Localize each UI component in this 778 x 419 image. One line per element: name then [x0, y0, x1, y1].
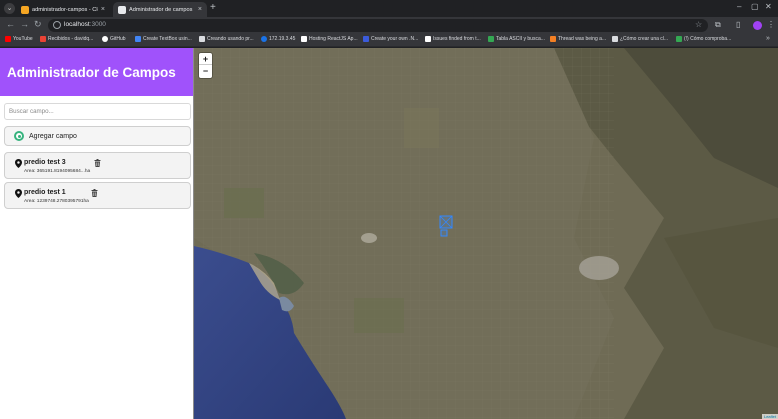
side-panel-icon[interactable]: ▯ [736, 20, 740, 29]
add-circle-icon [14, 131, 24, 141]
bookmark-star-icon[interactable]: ☆ [695, 20, 702, 29]
add-field-label: Agregar campo [29, 132, 77, 140]
page-icon [135, 36, 141, 42]
close-window-icon[interactable]: ✕ [765, 2, 772, 11]
browser-toolbar: ← → ↻ localhost:3000 ☆ ⧉ ▯ ⋮ [0, 17, 778, 34]
youtube-icon [5, 36, 11, 42]
bookmark-label: Create TextBox usin... [143, 36, 192, 42]
zoom-out-button[interactable]: − [199, 65, 212, 77]
bookmark-label: GitHub [110, 36, 126, 42]
zoom-in-button[interactable]: + [199, 53, 212, 65]
bookmark-label: YouTube [13, 36, 33, 42]
page-favicon-icon [118, 5, 126, 14]
zoom-control: + − [199, 53, 212, 78]
profile-avatar[interactable] [753, 21, 762, 30]
bookmark-github[interactable]: GitHub [102, 36, 126, 42]
sidebar-header: Administrador de Campos [0, 48, 193, 96]
page-icon [363, 36, 369, 42]
extensions-icon[interactable]: ⧉ [715, 20, 721, 30]
browser-tabstrip: ⌄ administrador-campos - Cloud × Adminis… [0, 0, 778, 17]
address-bar[interactable]: localhost:3000 [48, 19, 708, 32]
page-icon [301, 36, 307, 42]
field-name: predio test 1 [24, 189, 66, 196]
site-info-icon[interactable] [53, 21, 61, 29]
field-card[interactable]: predio test 3 Area: 365191.8194095684...… [4, 152, 191, 179]
minimize-icon[interactable]: – [737, 2, 741, 11]
bookmark-ascii[interactable]: Tabla ASCII y busca... [488, 36, 545, 42]
satellite-map[interactable]: + − Leaflet [194, 48, 778, 419]
cloud-favicon-icon [21, 5, 29, 14]
bookmark-label: Tabla ASCII y busca... [496, 36, 545, 42]
menu-icon[interactable]: ⋮ [767, 20, 775, 29]
bookmark-youtube[interactable]: YouTube [5, 36, 33, 42]
bookmark-label: Thread was being a... [558, 36, 607, 42]
satellite-imagery [194, 48, 778, 419]
back-icon[interactable]: ← [6, 19, 15, 29]
bookmark-textbox[interactable]: Create TextBox usin... [135, 36, 192, 42]
tab-title: administrador-campos - Cloud [32, 6, 98, 13]
sidebar: Administrador de Campos Agregar campo pr… [0, 48, 194, 419]
tab-search-icon[interactable]: ⌄ [4, 3, 15, 14]
trash-icon[interactable] [91, 189, 98, 197]
page-icon [676, 36, 682, 42]
bookmark-create-net[interactable]: Create your own .N... [363, 36, 418, 42]
app-root: Administrador de Campos Agregar campo pr… [0, 48, 778, 419]
github-icon [102, 36, 108, 42]
bookmark-ip[interactable]: 172.19.3.45 [261, 36, 295, 42]
address-host: localhost [64, 21, 90, 28]
close-tab-icon[interactable]: × [198, 6, 202, 13]
bookmark-thread[interactable]: Thread was being a... [550, 36, 606, 42]
bookmark-label: 172.19.3.45 [269, 36, 296, 42]
bookmarks-bar: YouTube Recibidos - davidq... GitHub Cre… [0, 34, 778, 47]
add-field-button[interactable]: Agregar campo [4, 126, 191, 146]
location-pin-icon [15, 159, 22, 168]
location-pin-icon [15, 189, 22, 198]
globe-icon [261, 36, 267, 42]
more-bookmarks-icon[interactable]: » [766, 35, 770, 42]
field-area: Area: 1239748.2780395791ha [24, 199, 89, 204]
bookmark-label: Create your own .N... [371, 36, 419, 42]
bookmark-label: Creando usando pr... [207, 36, 254, 42]
map-attribution[interactable]: Leaflet [761, 414, 778, 419]
field-card[interactable]: predio test 1 Area: 1239748.2780395791ha [4, 182, 191, 209]
page-icon [488, 36, 494, 42]
bookmark-gmail[interactable]: Recibidos - davidq... [40, 36, 93, 42]
trash-icon[interactable] [94, 159, 101, 167]
browser-tab-active[interactable]: Administrador de campos × [113, 2, 207, 17]
address-port: :3000 [89, 21, 106, 28]
search-input[interactable] [4, 103, 191, 120]
close-tab-icon[interactable]: × [101, 6, 105, 13]
gmail-icon [40, 36, 46, 42]
field-area: Area: 365191.8194095684...ha [24, 169, 91, 174]
bookmark-como-crear[interactable]: ¿Cómo crear una cl... [612, 36, 668, 42]
bookmark-issues[interactable]: Issues finded from t... [425, 36, 481, 42]
new-tab-icon[interactable]: + [210, 2, 216, 13]
address-url: localhost:3000 [64, 21, 106, 28]
tab-title: Administrador de campos [129, 6, 193, 13]
bookmark-label: Issues finded from t... [433, 36, 481, 42]
maximize-icon[interactable]: ▢ [751, 2, 759, 11]
bookmark-hosting[interactable]: Hosting ReactJS Ap... [301, 36, 358, 42]
bookmark-como-comprobar[interactable]: (!) Cómo comproba... [676, 36, 731, 42]
field-name: predio test 3 [24, 159, 66, 166]
bookmark-label: (!) Cómo comproba... [684, 36, 732, 42]
bookmark-label: Hosting ReactJS Ap... [309, 36, 358, 42]
stackoverflow-icon [550, 36, 556, 42]
page-icon [425, 36, 431, 42]
bookmark-creando[interactable]: Creando usando pr... [199, 36, 254, 42]
bookmark-label: ¿Cómo crear una cl... [620, 36, 669, 42]
bookmark-label: Recibidos - davidq... [48, 36, 94, 42]
browser-tab-cloud[interactable]: administrador-campos - Cloud × [16, 2, 110, 17]
page-icon [612, 36, 618, 42]
page-title: Administrador de Campos [7, 65, 176, 80]
page-icon [199, 36, 205, 42]
reload-icon[interactable]: ↻ [34, 19, 42, 30]
forward-icon[interactable]: → [20, 19, 29, 29]
